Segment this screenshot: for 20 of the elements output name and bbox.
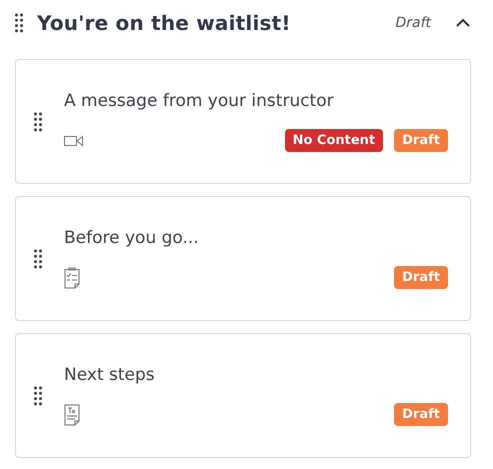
lesson-title: Before you go... bbox=[64, 228, 200, 248]
lesson-card[interactable]: A message from your instructor No Content Draft bbox=[15, 59, 471, 184]
draft-badge: Draft bbox=[394, 266, 448, 289]
checklist-icon bbox=[64, 266, 80, 288]
video-camera-icon bbox=[64, 134, 84, 146]
status-label: Draft bbox=[395, 15, 431, 31]
drag-handle-icon[interactable] bbox=[34, 248, 42, 268]
drag-handle-icon[interactable] bbox=[15, 13, 23, 33]
lesson-title: A message from your instructor bbox=[64, 91, 335, 111]
draft-badge: Draft bbox=[394, 403, 448, 426]
drag-handle-icon[interactable] bbox=[34, 112, 42, 132]
no-content-badge: No Content bbox=[284, 129, 384, 152]
lesson-card[interactable]: Next steps Draft bbox=[15, 333, 471, 458]
lesson-title: Next steps bbox=[64, 365, 156, 385]
draft-badge: Draft bbox=[394, 129, 448, 152]
drag-handle-icon[interactable] bbox=[34, 386, 42, 406]
section-title: You're on the waitlist! bbox=[37, 11, 292, 35]
lesson-card[interactable]: Before you go... Draft bbox=[15, 196, 471, 321]
collapse-button[interactable] bbox=[455, 18, 471, 28]
text-document-icon bbox=[64, 404, 80, 426]
